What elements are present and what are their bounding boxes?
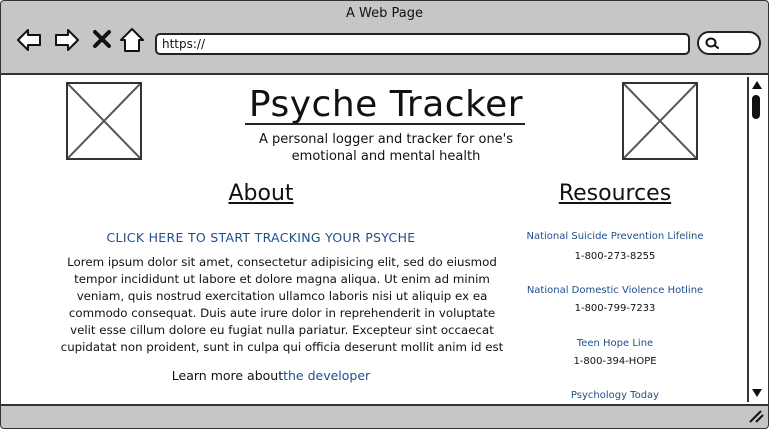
learn-more-prefix: Learn more about (171, 368, 284, 383)
resource-link[interactable]: Teen Hope Line (509, 338, 721, 349)
resource-phone: 1-800-394-HOPE (573, 356, 657, 367)
address-bar[interactable]: https:// (155, 33, 690, 55)
scroll-down-icon[interactable] (751, 387, 763, 399)
home-icon[interactable] (118, 26, 146, 54)
scroll-up-icon[interactable] (751, 79, 763, 91)
page-tagline: A personal logger and tracker for one's … (258, 132, 514, 164)
window-title: A Web Page (346, 6, 423, 21)
learn-more-text: Learn more aboutthe developer (161, 368, 381, 383)
status-bar (1, 403, 768, 428)
developer-link[interactable]: the developer (283, 368, 370, 383)
vertical-scrollbar[interactable] (747, 77, 765, 402)
resources-heading: Resources (558, 181, 672, 206)
resource-phone: 1-800-799-7233 (574, 303, 656, 314)
page-viewport: Psyche Tracker A personal logger and tra… (1, 73, 768, 406)
resource-link[interactable]: National Domestic Violence Hotline (509, 285, 721, 296)
resize-grip-icon[interactable] (748, 409, 764, 423)
scroll-thumb[interactable] (752, 95, 760, 119)
resource-phone: 1-800-273-8255 (574, 251, 656, 262)
resource-link[interactable]: Psychology Today (509, 390, 721, 401)
search-box[interactable] (697, 31, 761, 55)
about-body-text: Lorem ipsum dolor sit amet, consectetur … (60, 255, 504, 354)
about-heading: About (228, 181, 294, 206)
title-underline (245, 123, 525, 125)
page-title: Psyche Tracker (248, 84, 524, 125)
forward-arrow-icon[interactable] (53, 26, 81, 54)
stop-close-icon[interactable] (89, 26, 117, 54)
search-icon (705, 37, 719, 49)
image-placeholder-left (66, 82, 142, 160)
resource-link[interactable]: National Suicide Prevention Lifeline (509, 231, 721, 242)
browser-toolbar: https:// (1, 23, 768, 73)
start-tracking-link[interactable]: CLICK HERE TO START TRACKING YOUR PSYCHE (61, 230, 461, 245)
image-placeholder-right (622, 82, 698, 160)
back-arrow-icon[interactable] (15, 26, 43, 54)
browser-window: A Web Page https:// Psyche Tracker A per… (0, 0, 769, 429)
